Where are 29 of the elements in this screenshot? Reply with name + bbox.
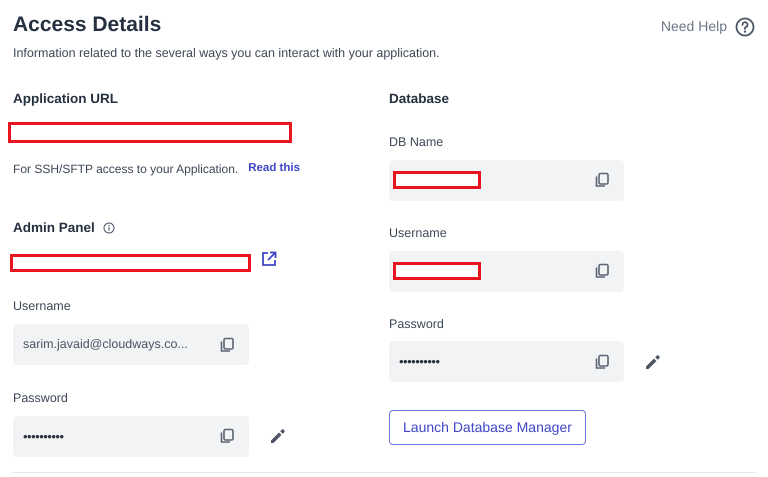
text-field[interactable]: sarim.javaid@cloudways.co... — [13, 324, 249, 365]
help-icon[interactable] — [735, 16, 755, 36]
external-link-icon[interactable] — [261, 251, 277, 268]
pencil-icon[interactable] — [269, 427, 287, 446]
copy-icon[interactable] — [219, 428, 235, 444]
copy-icon[interactable] — [594, 263, 610, 279]
page-title: Access Details — [13, 12, 162, 38]
help-text: For SSH/SFTP access to your Application. — [13, 161, 238, 178]
text-field[interactable] — [389, 160, 624, 201]
text-field[interactable] — [389, 250, 624, 292]
launch-database-manager-button[interactable]: Launch Database Manager — [389, 410, 586, 446]
pencil-icon[interactable] — [644, 352, 662, 371]
field-label: Username — [13, 298, 72, 316]
copy-icon[interactable] — [594, 172, 610, 188]
help-link[interactable]: Need Help — [660, 16, 727, 37]
section-heading: Admin Panel — [13, 219, 95, 237]
section-heading: Application URL — [13, 90, 119, 108]
section-heading: Database — [389, 90, 450, 108]
read-this-link[interactable]: Read this — [248, 160, 300, 178]
copy-icon[interactable] — [594, 354, 610, 370]
field-label: Password — [13, 390, 69, 407]
text-field[interactable]: •••••••••• — [389, 341, 624, 382]
copy-icon[interactable] — [219, 336, 235, 352]
page-subtitle: Information related to the several ways you can interact with your application. — [13, 45, 440, 62]
text-field[interactable]: •••••••••• — [13, 416, 249, 457]
field-label: DB Name — [389, 134, 444, 151]
info-icon[interactable] — [102, 222, 115, 234]
field-label: Password — [389, 316, 445, 332]
field-label: Username — [389, 224, 448, 242]
